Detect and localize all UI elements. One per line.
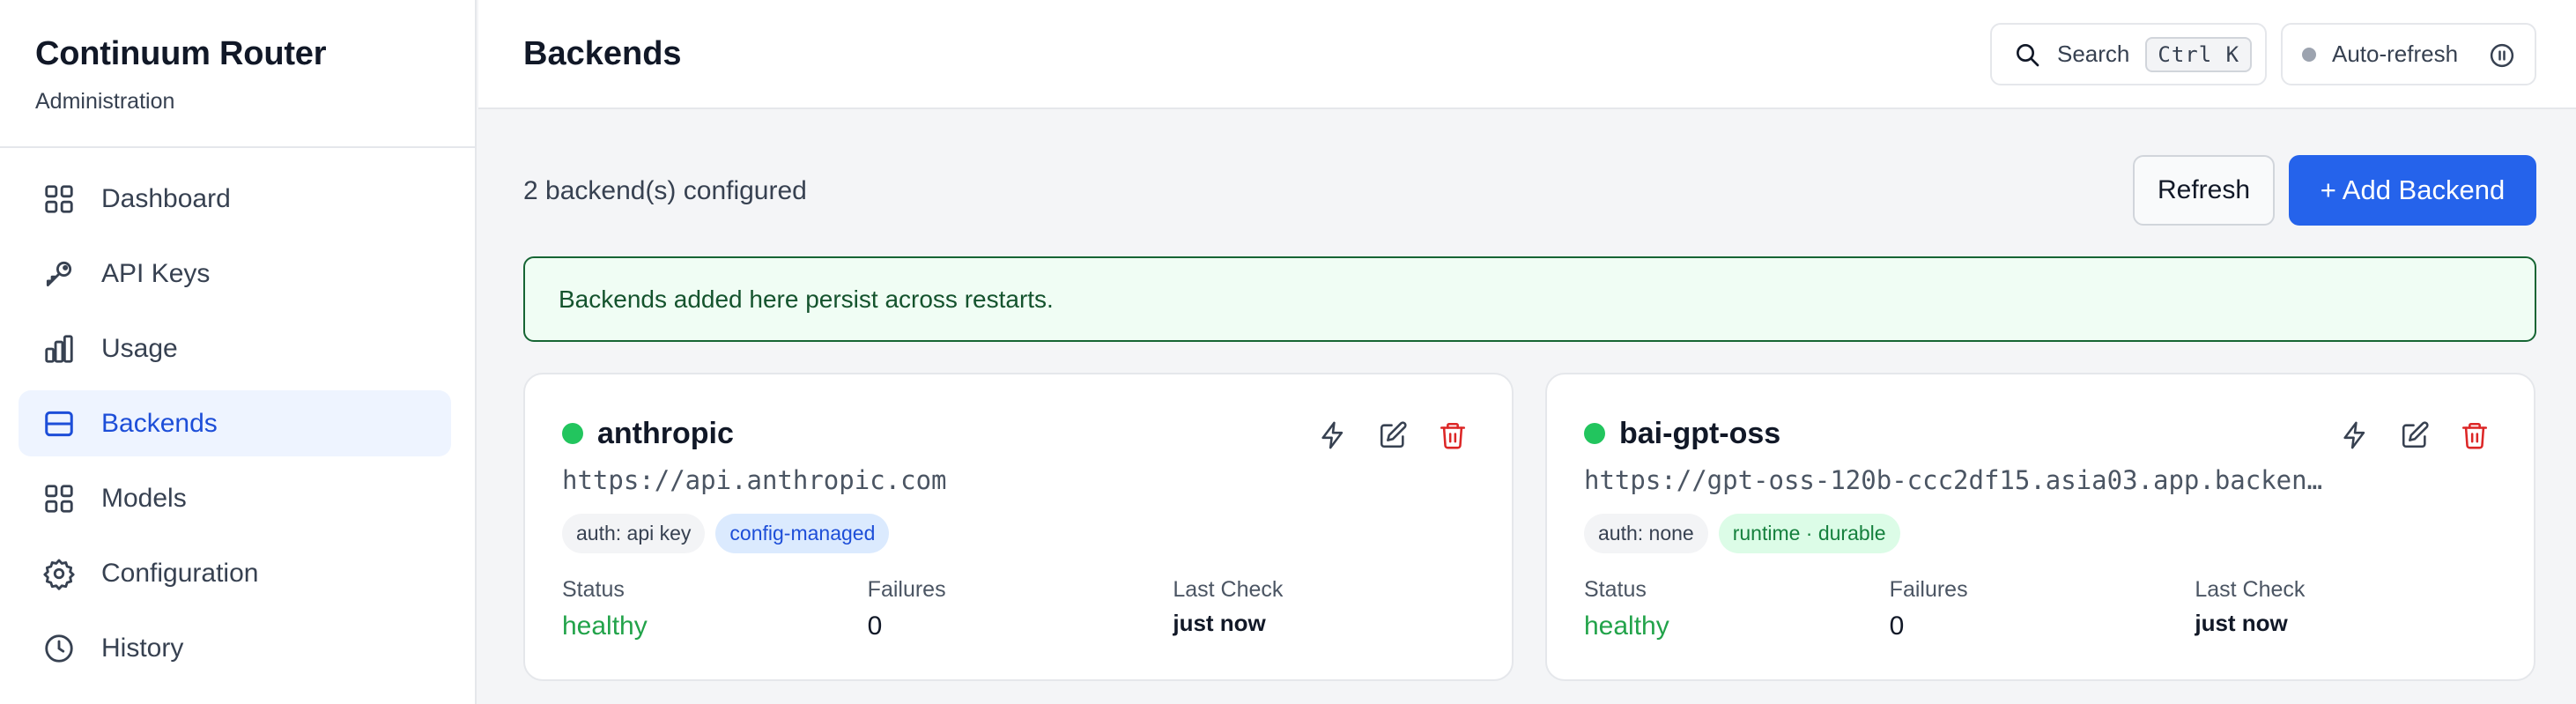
last-check-label: Last Check bbox=[1173, 577, 1284, 602]
search-icon bbox=[2017, 43, 2039, 66]
backend-name: anthropic bbox=[597, 417, 734, 450]
clock-icon bbox=[41, 631, 77, 666]
failures-label: Failures bbox=[867, 577, 946, 602]
card-actions bbox=[2338, 419, 2491, 452]
sidebar-item-backends[interactable]: Backends bbox=[19, 390, 451, 456]
backend-card: bai-gpt-oss https://gpt-oss-120b-ccc2df1… bbox=[1545, 373, 2535, 681]
tag-list: auth: none runtime · durable bbox=[1584, 514, 1900, 553]
auth-tag: auth: none bbox=[1584, 514, 1708, 553]
status-indicator bbox=[562, 423, 583, 444]
add-backend-button[interactable]: + Add Backend bbox=[2289, 155, 2536, 226]
lightning-icon bbox=[1321, 421, 1344, 449]
backend-url: https://gpt-oss-120b-ccc2df15.asia03.app… bbox=[1584, 465, 2328, 495]
search-label: Search bbox=[2057, 41, 2130, 67]
lightning-icon bbox=[2343, 421, 2365, 449]
backend-stats: Status healthy Failures 0 Last Check jus… bbox=[562, 577, 1478, 641]
sidebar-item-history[interactable]: History bbox=[19, 615, 451, 681]
failures-value: 0 bbox=[1889, 611, 1905, 641]
top-header: Backends Search Ctrl K Auto-refresh bbox=[478, 0, 2576, 109]
info-banner: Backends added here persist across resta… bbox=[523, 256, 2536, 342]
status-label: Status bbox=[1584, 577, 1647, 602]
source-tag: runtime · durable bbox=[1718, 514, 1900, 553]
search-button[interactable]: Search Ctrl K bbox=[1990, 23, 2267, 85]
trash-icon bbox=[1440, 422, 1466, 449]
backend-count: 2 backend(s) configured bbox=[523, 176, 807, 205]
key-icon bbox=[41, 256, 77, 292]
grid-icon bbox=[41, 182, 77, 217]
delete-button[interactable] bbox=[2458, 419, 2491, 452]
sidebar-item-label: Backends bbox=[101, 408, 218, 438]
page-title: Backends bbox=[523, 35, 682, 72]
auto-refresh-label: Auto-refresh bbox=[2332, 41, 2459, 67]
auth-tag: auth: api key bbox=[562, 514, 706, 553]
edit-icon bbox=[1380, 421, 1407, 448]
sidebar-item-api-keys[interactable]: API Keys bbox=[19, 241, 451, 307]
pause-icon bbox=[2490, 43, 2514, 68]
delete-button[interactable] bbox=[1436, 419, 1469, 452]
keyboard-shortcut: Ctrl K bbox=[2145, 36, 2253, 72]
test-connection-button[interactable] bbox=[1316, 419, 1350, 452]
grid-icon bbox=[41, 481, 77, 516]
edit-button[interactable] bbox=[1376, 419, 1410, 452]
app-title: Continuum Router bbox=[35, 35, 327, 72]
bar-chart-icon bbox=[41, 331, 77, 367]
sidebar-item-label: Usage bbox=[101, 333, 178, 363]
tag-list: auth: api key config-managed bbox=[562, 514, 890, 553]
refresh-button[interactable]: Refresh bbox=[2133, 155, 2275, 226]
backend-card: anthropic https://api.anthropic.com auth… bbox=[523, 373, 1514, 681]
sidebar-item-label: Configuration bbox=[101, 558, 259, 588]
edit-button[interactable] bbox=[2398, 419, 2432, 452]
trash-icon bbox=[2461, 422, 2488, 449]
brand: Continuum Router Administration bbox=[0, 0, 475, 148]
sidebar-item-label: Dashboard bbox=[101, 183, 231, 213]
card-actions bbox=[1316, 419, 1469, 452]
backend-stats: Status healthy Failures 0 Last Check jus… bbox=[1584, 577, 2500, 641]
status-indicator bbox=[1584, 423, 1605, 444]
test-connection-button[interactable] bbox=[2338, 419, 2372, 452]
sidebar: Continuum Router Administration Dashboar… bbox=[0, 0, 477, 704]
last-check-value: just now bbox=[2195, 610, 2288, 636]
status-label: Status bbox=[562, 577, 625, 602]
app-subtitle: Administration bbox=[35, 89, 175, 114]
backend-url: https://api.anthropic.com bbox=[562, 465, 947, 495]
backend-name: bai-gpt-oss bbox=[1619, 417, 1781, 450]
sidebar-item-label: History bbox=[101, 633, 184, 663]
sidebar-item-usage[interactable]: Usage bbox=[19, 315, 451, 382]
sidebar-item-configuration[interactable]: Configuration bbox=[19, 540, 451, 606]
failures-value: 0 bbox=[867, 611, 883, 641]
server-icon bbox=[41, 406, 77, 441]
sidebar-item-dashboard[interactable]: Dashboard bbox=[19, 166, 451, 232]
status-value: healthy bbox=[1584, 611, 1669, 641]
sidebar-item-label: Models bbox=[101, 483, 187, 513]
status-value: healthy bbox=[562, 611, 648, 641]
sidebar-item-models[interactable]: Models bbox=[19, 465, 451, 531]
source-tag: config-managed bbox=[715, 514, 890, 553]
sidebar-nav: Dashboard API Keys Usage Backends Models bbox=[0, 148, 475, 681]
failures-label: Failures bbox=[1889, 577, 1968, 602]
last-check-label: Last Check bbox=[2195, 577, 2306, 602]
edit-icon bbox=[2402, 421, 2429, 448]
auto-refresh-toggle[interactable]: Auto-refresh bbox=[2281, 23, 2536, 85]
auto-refresh-status-dot bbox=[2302, 47, 2316, 62]
gear-icon bbox=[41, 556, 77, 591]
sidebar-item-label: API Keys bbox=[101, 258, 211, 288]
last-check-value: just now bbox=[1173, 610, 1266, 636]
